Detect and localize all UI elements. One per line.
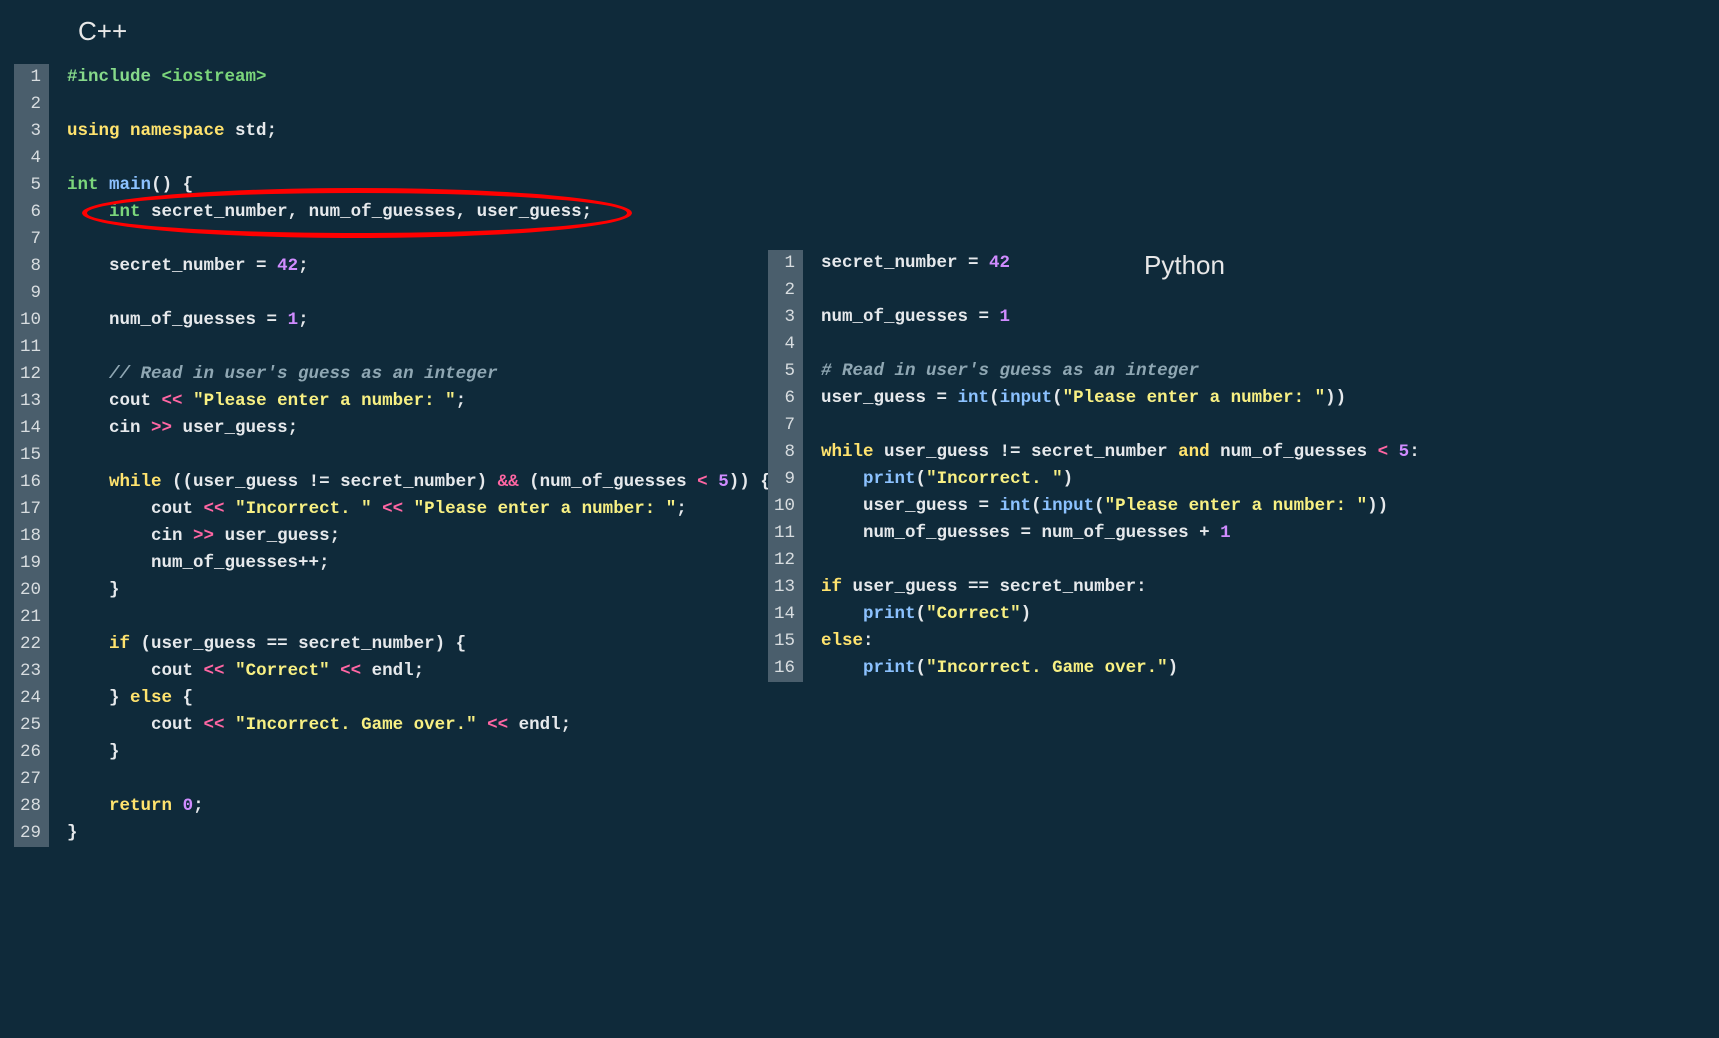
code-line: cin >> user_guess;: [67, 415, 771, 442]
code-line: secret_number = 42: [821, 250, 1420, 277]
code-line: while ((user_guess != secret_number) && …: [67, 469, 771, 496]
code-line: else:: [821, 628, 1420, 655]
line-number: 11: [20, 334, 41, 361]
line-number: 18: [20, 523, 41, 550]
line-number: 15: [774, 628, 795, 655]
cpp-title: C++: [78, 18, 127, 45]
line-number: 10: [20, 307, 41, 334]
line-number: 7: [774, 412, 795, 439]
line-number: 11: [774, 520, 795, 547]
code-line: int secret_number, num_of_guesses, user_…: [67, 199, 771, 226]
code-line: [821, 412, 1420, 439]
cpp-panel: 1 2 3 4 5 6 7 8 9 10 11 12 13 14 15 16 1…: [14, 64, 771, 847]
code-line: [67, 226, 771, 253]
code-line: num_of_guesses = num_of_guesses + 1: [821, 520, 1420, 547]
code-line: [67, 334, 771, 361]
line-number: 20: [20, 577, 41, 604]
code-line: [67, 766, 771, 793]
code-line: }: [67, 577, 771, 604]
code-line: secret_number = 42;: [67, 253, 771, 280]
code-line: if user_guess == secret_number:: [821, 574, 1420, 601]
code-line: [821, 331, 1420, 358]
code-line: user_guess = int(input("Please enter a n…: [821, 385, 1420, 412]
line-number: 23: [20, 658, 41, 685]
code-line: print("Incorrect. "): [821, 466, 1420, 493]
line-number: 19: [20, 550, 41, 577]
code-line: [67, 442, 771, 469]
line-number: 15: [20, 442, 41, 469]
line-number: 5: [774, 358, 795, 385]
code-line: } else {: [67, 685, 771, 712]
code-line: print("Correct"): [821, 601, 1420, 628]
code-line: }: [67, 820, 771, 847]
line-number: 29: [20, 820, 41, 847]
line-number: 7: [20, 226, 41, 253]
code-line: num_of_guesses = 1: [821, 304, 1420, 331]
line-number: 17: [20, 496, 41, 523]
code-line: cout << "Incorrect. Game over." << endl;: [67, 712, 771, 739]
line-number: 22: [20, 631, 41, 658]
code-line: user_guess = int(input("Please enter a n…: [821, 493, 1420, 520]
line-number: 3: [20, 118, 41, 145]
line-number: 6: [774, 385, 795, 412]
code-line: [67, 604, 771, 631]
code-line: cin >> user_guess;: [67, 523, 771, 550]
cpp-code: #include <iostream> using namespace std;…: [49, 64, 771, 847]
line-number: 3: [774, 304, 795, 331]
line-number: 14: [774, 601, 795, 628]
line-number: 10: [774, 493, 795, 520]
line-number: 1: [774, 250, 795, 277]
code-line: if (user_guess == secret_number) {: [67, 631, 771, 658]
line-number: 12: [774, 547, 795, 574]
code-line: cout << "Incorrect. " << "Please enter a…: [67, 496, 771, 523]
code-line: // Read in user's guess as an integer: [67, 361, 771, 388]
line-number: 4: [774, 331, 795, 358]
line-number: 16: [774, 655, 795, 682]
cpp-gutter: 1 2 3 4 5 6 7 8 9 10 11 12 13 14 15 16 1…: [14, 64, 49, 847]
line-number: 6: [20, 199, 41, 226]
code-line: [67, 145, 771, 172]
python-code: secret_number = 42 num_of_guesses = 1 # …: [803, 250, 1420, 682]
code-line: int main() {: [67, 172, 771, 199]
code-line: using namespace std;: [67, 118, 771, 145]
code-line: print("Incorrect. Game over."): [821, 655, 1420, 682]
line-number: 9: [774, 466, 795, 493]
code-line: [821, 547, 1420, 574]
code-line: num_of_guesses = 1;: [67, 307, 771, 334]
line-number: 2: [774, 277, 795, 304]
line-number: 26: [20, 739, 41, 766]
line-number: 28: [20, 793, 41, 820]
code-line: num_of_guesses++;: [67, 550, 771, 577]
line-number: 13: [20, 388, 41, 415]
line-number: 8: [774, 439, 795, 466]
code-line: [67, 280, 771, 307]
line-number: 13: [774, 574, 795, 601]
python-gutter: 1 2 3 4 5 6 7 8 9 10 11 12 13 14 15 16: [768, 250, 803, 682]
line-number: 8: [20, 253, 41, 280]
code-line: }: [67, 739, 771, 766]
line-number: 12: [20, 361, 41, 388]
python-panel: 1 2 3 4 5 6 7 8 9 10 11 12 13 14 15 16 s…: [768, 250, 1420, 682]
line-number: 21: [20, 604, 41, 631]
line-number: 24: [20, 685, 41, 712]
code-line: return 0;: [67, 793, 771, 820]
code-line: # Read in user's guess as an integer: [821, 358, 1420, 385]
line-number: 27: [20, 766, 41, 793]
code-line: #include <iostream>: [67, 64, 771, 91]
code-line: cout << "Correct" << endl;: [67, 658, 771, 685]
line-number: 5: [20, 172, 41, 199]
code-line: cout << "Please enter a number: ";: [67, 388, 771, 415]
code-line: while user_guess != secret_number and nu…: [821, 439, 1420, 466]
line-number: 4: [20, 145, 41, 172]
line-number: 2: [20, 91, 41, 118]
line-number: 14: [20, 415, 41, 442]
code-line: [821, 277, 1420, 304]
line-number: 16: [20, 469, 41, 496]
code-line: [67, 91, 771, 118]
line-number: 25: [20, 712, 41, 739]
line-number: 9: [20, 280, 41, 307]
line-number: 1: [20, 64, 41, 91]
